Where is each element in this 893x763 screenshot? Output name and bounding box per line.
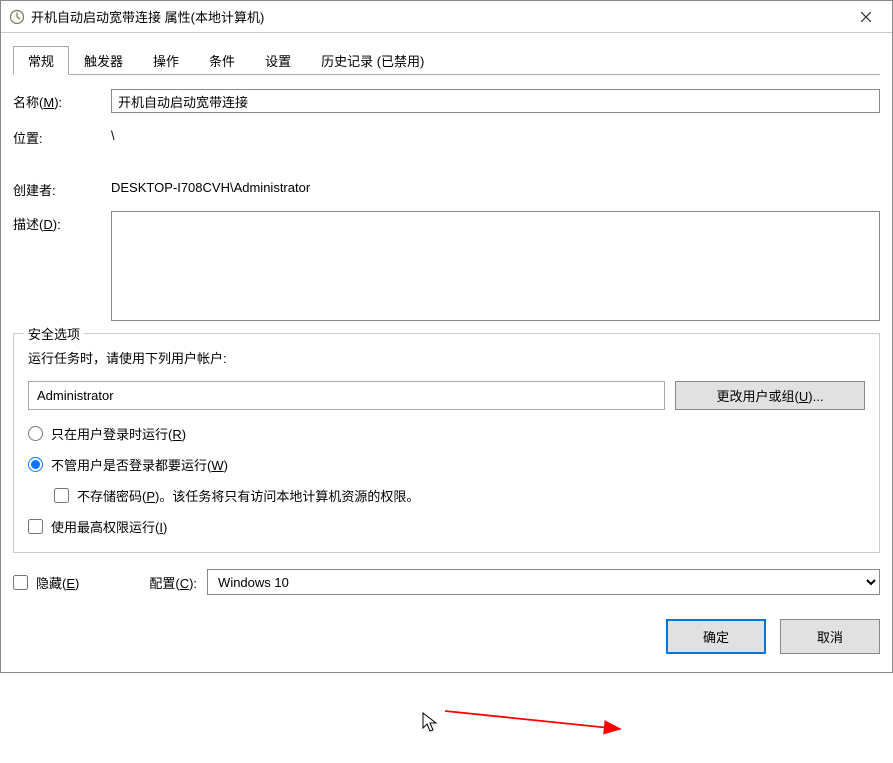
dialog-content: 常规 触发器 操作 条件 设置 历史记录 (已禁用) 名称(M): 位置: \ … <box>1 33 892 672</box>
tab-actions[interactable]: 操作 <box>138 46 194 75</box>
checkbox-hidden-input[interactable] <box>13 575 28 590</box>
checkbox-hidden-label: 隐藏(E) <box>36 573 79 592</box>
annotation-arrow-icon <box>440 705 640 745</box>
radio-run-always-label: 不管用户是否登录都要运行(W) <box>51 455 228 474</box>
task-icon <box>9 9 25 25</box>
close-icon <box>861 12 871 22</box>
checkbox-hidden[interactable]: 隐藏(E) <box>13 573 79 592</box>
checkbox-no-password[interactable]: 不存储密码(P)。该任务将只有访问本地计算机资源的权限。 <box>54 486 865 505</box>
tab-settings[interactable]: 设置 <box>250 46 306 75</box>
tab-triggers[interactable]: 触发器 <box>69 46 138 75</box>
run-as-label: 运行任务时，请使用下列用户帐户: <box>28 348 865 367</box>
radio-run-logged-on[interactable]: 只在用户登录时运行(R) <box>28 424 865 443</box>
radio-run-logged-on-input[interactable] <box>28 426 43 441</box>
security-groupbox: 安全选项 运行任务时，请使用下列用户帐户: Administrator 更改用户… <box>13 333 880 553</box>
radio-run-always-input[interactable] <box>28 457 43 472</box>
configure-for-select[interactable]: Windows 10 <box>207 569 880 595</box>
checkbox-highest-priv[interactable]: 使用最高权限运行(I) <box>28 517 865 536</box>
creator-label: 创建者: <box>13 177 111 199</box>
ok-button[interactable]: 确定 <box>666 619 766 654</box>
radio-run-always[interactable]: 不管用户是否登录都要运行(W) <box>28 455 865 474</box>
checkbox-no-password-label: 不存储密码(P)。该任务将只有访问本地计算机资源的权限。 <box>77 486 419 505</box>
titlebar: 开机自动启动宽带连接 属性(本地计算机) <box>1 1 892 33</box>
radio-run-logged-on-label: 只在用户登录时运行(R) <box>51 424 186 443</box>
checkbox-no-password-input[interactable] <box>54 488 69 503</box>
name-input[interactable] <box>111 89 880 113</box>
description-label: 描述(D): <box>13 211 111 233</box>
window-title: 开机自动启动宽带连接 属性(本地计算机) <box>31 7 844 26</box>
description-input[interactable] <box>111 211 880 321</box>
account-display: Administrator <box>28 381 665 410</box>
location-label: 位置: <box>13 125 111 147</box>
cancel-button[interactable]: 取消 <box>780 619 880 654</box>
change-user-button[interactable]: 更改用户或组(U)... <box>675 381 865 410</box>
creator-value: DESKTOP-I708CVH\Administrator <box>111 177 310 195</box>
tabstrip: 常规 触发器 操作 条件 设置 历史记录 (已禁用) <box>13 45 880 75</box>
configure-for-label: 配置(C): <box>149 573 197 592</box>
location-value: \ <box>111 125 115 143</box>
tab-history[interactable]: 历史记录 (已禁用) <box>306 46 439 75</box>
name-label: 名称(M): <box>13 89 111 111</box>
close-button[interactable] <box>844 2 888 32</box>
cursor-icon <box>422 712 440 734</box>
properties-dialog: 开机自动启动宽带连接 属性(本地计算机) 常规 触发器 操作 条件 设置 历史记… <box>0 0 893 673</box>
tab-general[interactable]: 常规 <box>13 46 69 75</box>
checkbox-highest-priv-label: 使用最高权限运行(I) <box>51 517 167 536</box>
security-group-title: 安全选项 <box>24 324 84 343</box>
tab-conditions[interactable]: 条件 <box>194 46 250 75</box>
checkbox-highest-priv-input[interactable] <box>28 519 43 534</box>
